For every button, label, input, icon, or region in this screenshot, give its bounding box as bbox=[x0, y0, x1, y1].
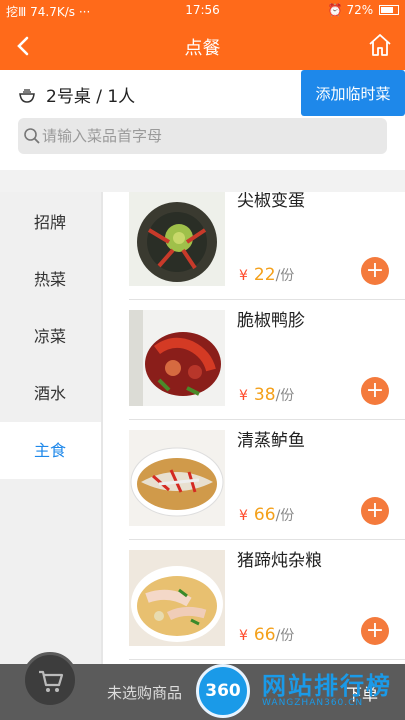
status-bar: 挖Ⅲ 74.7K/s ··· 17:56 ⏰ 72% bbox=[0, 0, 405, 22]
dish-item: 尖椒变蛋 ¥22/份 + bbox=[129, 192, 405, 300]
plus-icon: + bbox=[365, 378, 385, 403]
price-value: 66 bbox=[253, 505, 276, 525]
price-unit: /份 bbox=[275, 388, 295, 404]
currency-symbol: ¥ bbox=[239, 628, 248, 644]
add-dish-button[interactable]: + bbox=[361, 617, 389, 645]
dish-name: 尖椒变蛋 bbox=[237, 192, 305, 211]
home-icon[interactable] bbox=[367, 32, 393, 58]
table-info: 2号桌 / 1人 bbox=[18, 82, 135, 107]
watermark-badge: 360 bbox=[196, 664, 250, 718]
nav-bar: 点餐 bbox=[0, 22, 405, 70]
plus-icon: + bbox=[365, 618, 385, 643]
dish-photo bbox=[129, 550, 225, 646]
battery-percent: 72% bbox=[346, 3, 374, 17]
dish-item: 脆椒鸭胗 ¥38/份 + bbox=[129, 300, 405, 420]
battery-icon bbox=[379, 5, 399, 15]
category-item-zhaopai[interactable]: 招牌 bbox=[0, 194, 101, 251]
price-unit: /份 bbox=[275, 268, 295, 284]
cart-icon bbox=[39, 670, 64, 692]
currency-symbol: ¥ bbox=[239, 268, 248, 284]
category-item-liangcai[interactable]: 凉菜 bbox=[0, 308, 101, 365]
cart-status: 未选购商品 bbox=[107, 684, 183, 702]
add-dish-button[interactable]: + bbox=[361, 257, 389, 285]
plus-icon: + bbox=[365, 258, 385, 283]
price-value: 22 bbox=[253, 265, 276, 285]
category-item-recai[interactable]: 热菜 bbox=[0, 251, 101, 308]
dish-price: ¥66/份 bbox=[239, 625, 294, 645]
dish-photo bbox=[129, 310, 225, 406]
cart-button[interactable] bbox=[22, 652, 78, 708]
dish-price: ¥38/份 bbox=[239, 385, 294, 405]
plus-icon: + bbox=[365, 498, 385, 523]
dish-photo bbox=[129, 430, 225, 526]
search-icon bbox=[24, 128, 40, 144]
category-item-zhushi[interactable]: 主食 bbox=[0, 422, 101, 479]
dish-name: 脆椒鸭胗 bbox=[237, 311, 305, 331]
status-right: ⏰ 72% bbox=[328, 3, 399, 17]
add-dish-button[interactable]: + bbox=[361, 377, 389, 405]
add-dish-button[interactable]: + bbox=[361, 497, 389, 525]
add-temp-dish-button[interactable]: 添加临时菜 bbox=[301, 70, 405, 116]
watermark-title: 网站排行榜 bbox=[262, 672, 392, 700]
dish-price: ¥66/份 bbox=[239, 505, 294, 525]
search-input[interactable] bbox=[42, 118, 372, 154]
price-value: 38 bbox=[253, 385, 276, 405]
dish-photo bbox=[129, 192, 225, 286]
price-unit: /份 bbox=[275, 508, 295, 524]
search-box bbox=[18, 118, 387, 154]
dish-list: 尖椒变蛋 ¥22/份 + 脆椒鸭胗 ¥38/份 + 清蒸鲈鱼 ¥66/份 + 猪… bbox=[101, 192, 405, 664]
watermark-url: WANGZHAN360.CN bbox=[262, 698, 364, 708]
category-sidebar: 招牌 热菜 凉菜 酒水 主食 bbox=[0, 192, 101, 664]
currency-symbol: ¥ bbox=[239, 388, 248, 404]
dish-item: 猪蹄炖杂粮 ¥66/份 + bbox=[129, 540, 405, 660]
table-header: 2号桌 / 1人 添加临时菜 bbox=[0, 70, 405, 170]
currency-symbol: ¥ bbox=[239, 508, 248, 524]
dish-price: ¥22/份 bbox=[239, 265, 294, 285]
price-unit: /份 bbox=[275, 628, 295, 644]
bowl-icon bbox=[19, 89, 35, 103]
watermark: 360 网站排行榜 WANGZHAN360.CN bbox=[196, 660, 405, 720]
dish-name: 猪蹄炖杂粮 bbox=[237, 551, 322, 571]
dish-name: 清蒸鲈鱼 bbox=[237, 431, 305, 451]
dish-item: 清蒸鲈鱼 ¥66/份 + bbox=[129, 420, 405, 540]
page-title: 点餐 bbox=[184, 38, 221, 59]
table-label: 2号桌 / 1人 bbox=[46, 87, 136, 107]
alarm-icon: ⏰ bbox=[327, 3, 343, 17]
price-value: 66 bbox=[253, 625, 276, 645]
category-item-jiushui[interactable]: 酒水 bbox=[0, 365, 101, 422]
